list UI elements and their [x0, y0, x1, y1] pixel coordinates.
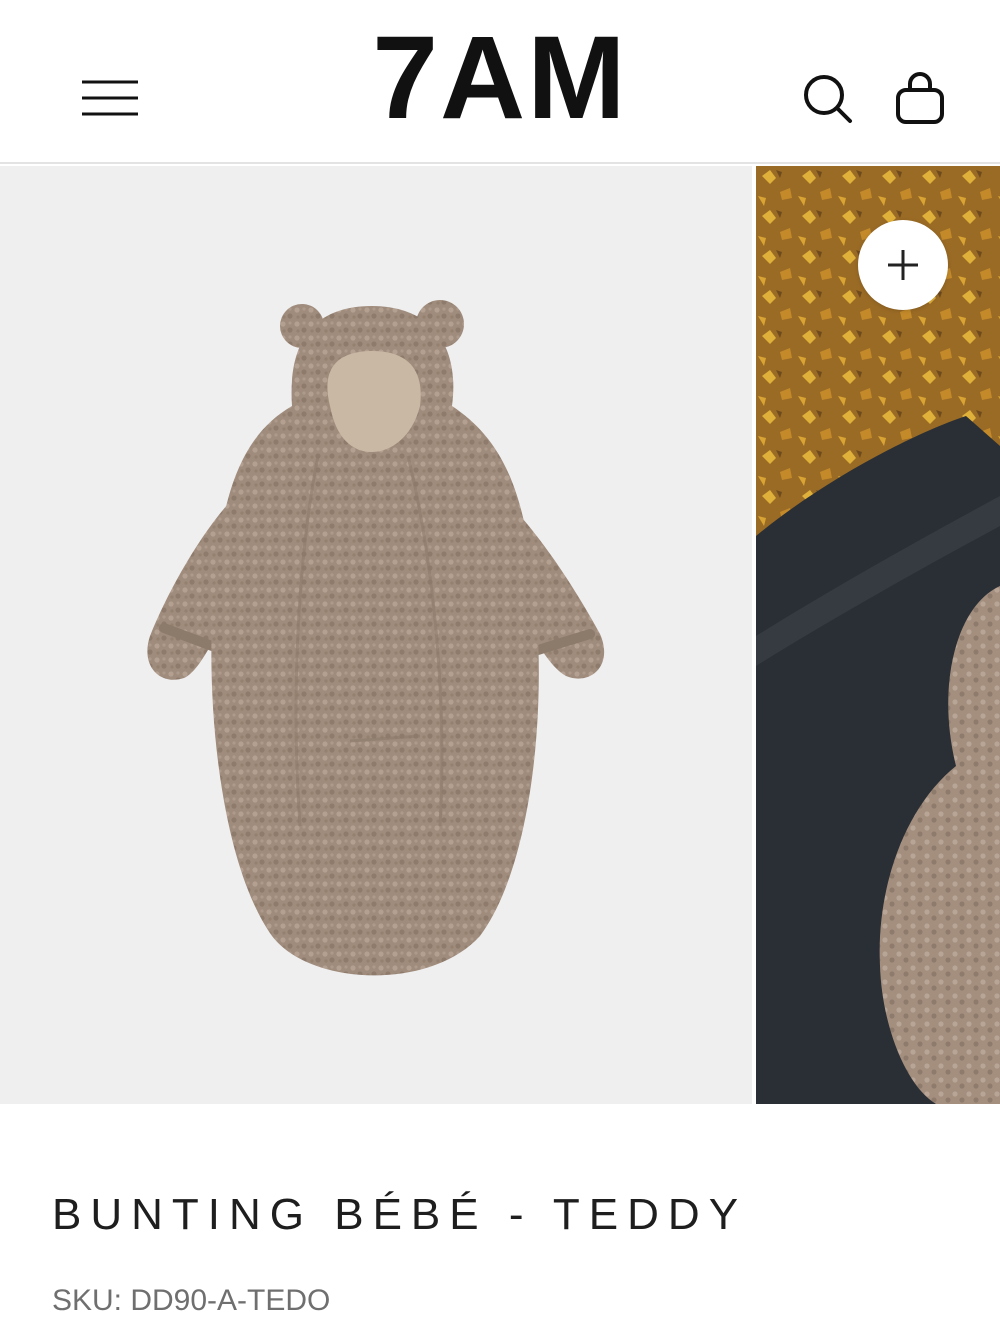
product-title: BUNTING BÉBÉ - TEDDY — [52, 1190, 748, 1239]
plus-icon — [888, 250, 918, 280]
product-sku: SKU: DD90-A-TEDO — [52, 1284, 331, 1317]
product-image-main[interactable] — [0, 166, 752, 1104]
shopping-bag-icon — [896, 72, 944, 124]
menu-button[interactable] — [78, 76, 142, 120]
search-button[interactable] — [800, 70, 856, 126]
teddy-bunting-image — [147, 300, 605, 976]
hamburger-menu-icon — [82, 80, 138, 116]
brand-logo[interactable]: 7AM — [300, 18, 700, 138]
search-icon — [804, 75, 852, 123]
product-gallery[interactable] — [0, 166, 1000, 1104]
cart-button[interactable] — [892, 68, 948, 128]
site-header: 7AM — [0, 0, 1000, 164]
zoom-button[interactable] — [858, 220, 948, 310]
